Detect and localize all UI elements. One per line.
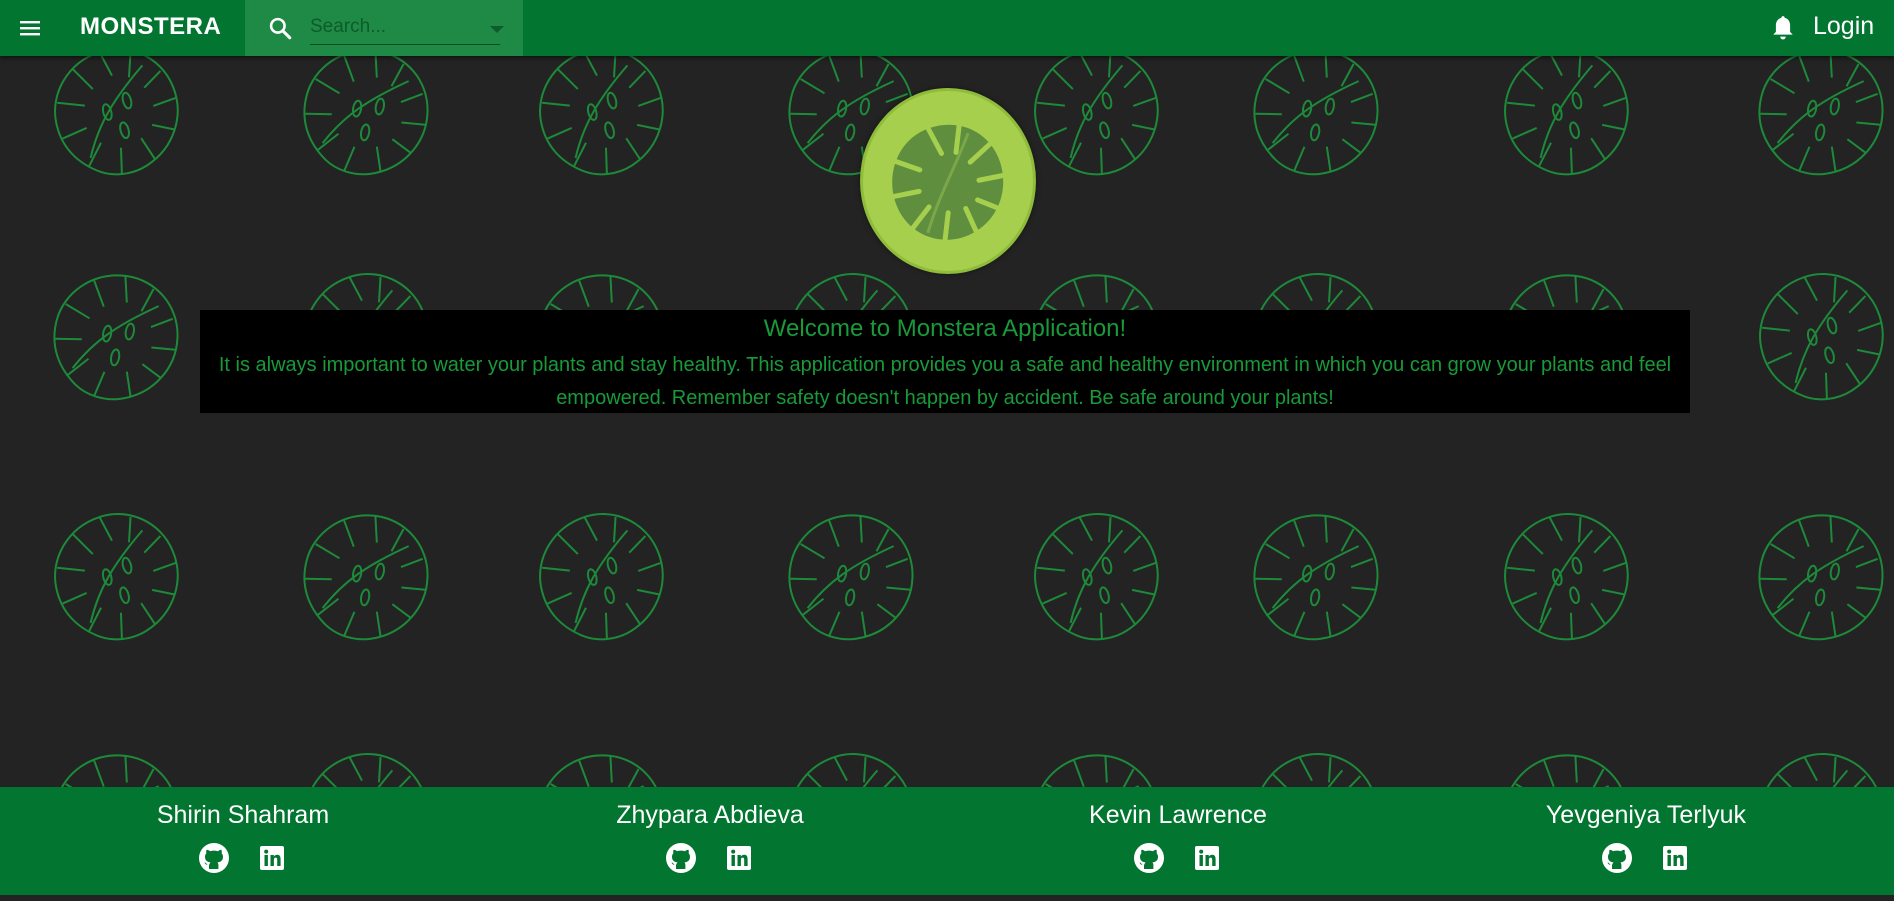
member-name: Kevin Lawrence — [1089, 801, 1267, 829]
background-leaf-icon — [40, 499, 194, 654]
search-icon — [269, 17, 292, 40]
team-member-card: Zhypara Abdieva — [560, 801, 860, 874]
team-member-card: Kevin Lawrence — [1028, 801, 1328, 874]
linkedin-icon[interactable] — [256, 842, 288, 874]
app-bar: MONSTERA Login — [0, 0, 1894, 56]
brand-title[interactable]: MONSTERA — [80, 13, 221, 41]
background-leaf-icon — [1745, 259, 1894, 414]
github-icon[interactable] — [665, 842, 697, 874]
welcome-panel: Welcome to Monstera Application! It is a… — [200, 310, 1690, 413]
welcome-description: It is always important to water your pla… — [218, 354, 1672, 409]
monstera-logo — [860, 88, 1036, 274]
background-leaf-icon — [1243, 504, 1389, 651]
bell-icon[interactable] — [1770, 14, 1796, 42]
background-leaf-icon — [1748, 504, 1894, 651]
github-icon[interactable] — [198, 842, 230, 874]
menu-icon[interactable] — [18, 16, 42, 40]
background-leaf-icon — [778, 504, 924, 651]
github-icon[interactable] — [1133, 842, 1165, 874]
member-name: Yevgeniya Terlyuk — [1545, 801, 1747, 829]
background-leaf-icon — [43, 264, 189, 411]
login-button[interactable]: Login — [1813, 12, 1874, 41]
github-icon[interactable] — [1601, 842, 1633, 874]
linkedin-icon[interactable] — [1191, 842, 1223, 874]
footer: Shirin Shahram Zhypara Abdieva Kevin Law… — [0, 787, 1894, 895]
chevron-down-icon[interactable] — [490, 26, 504, 33]
linkedin-icon[interactable] — [723, 842, 755, 874]
search-input[interactable] — [310, 12, 500, 45]
linkedin-icon[interactable] — [1659, 842, 1691, 874]
background-leaf-icon — [1490, 499, 1644, 654]
background-leaf-icon — [1020, 499, 1174, 654]
member-name: Zhypara Abdieva — [616, 801, 804, 829]
search-box — [245, 0, 523, 56]
background-leaf-icon — [293, 504, 439, 651]
welcome-title: Welcome to Monstera Application! — [763, 315, 1127, 342]
member-name: Shirin Shahram — [156, 801, 330, 829]
background-leaf-icon — [525, 499, 679, 654]
monstera-leaf-icon — [890, 123, 1008, 242]
team-member-card: Shirin Shahram — [93, 801, 393, 874]
team-member-card: Yevgeniya Terlyuk — [1496, 801, 1796, 874]
